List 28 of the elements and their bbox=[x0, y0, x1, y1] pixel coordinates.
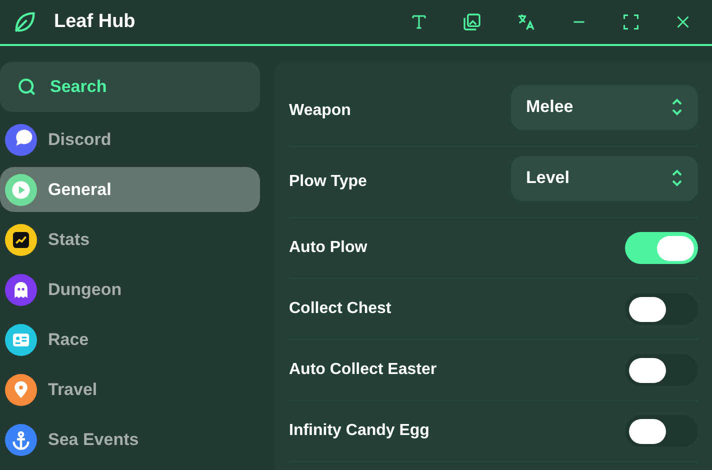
sidebar-item[interactable]: Race bbox=[0, 317, 260, 362]
toggle-switch[interactable] bbox=[625, 293, 698, 325]
search-field[interactable]: Search bbox=[0, 62, 260, 112]
sidebar-item[interactable]: Sea Events bbox=[0, 417, 260, 462]
window-title: Leaf Hub bbox=[54, 10, 136, 34]
setting-label: Auto Collect Easter bbox=[289, 360, 437, 380]
chevron-updown-icon bbox=[671, 169, 683, 187]
sidebar-item[interactable]: Dungeon bbox=[0, 267, 260, 312]
toggle-switch[interactable] bbox=[625, 415, 698, 447]
text-icon[interactable] bbox=[410, 13, 428, 31]
toggle-switch[interactable] bbox=[625, 232, 698, 264]
dropdown[interactable]: Level bbox=[511, 156, 698, 200]
sidebar-item[interactable]: Discord bbox=[0, 117, 260, 162]
setting-label: Auto Plow bbox=[289, 238, 368, 258]
toggle-switch[interactable] bbox=[625, 354, 698, 386]
translate-icon[interactable] bbox=[516, 12, 536, 32]
sidebar-item[interactable]: General bbox=[0, 167, 260, 212]
maximize-icon[interactable] bbox=[622, 13, 640, 31]
dropdown[interactable]: Melee bbox=[511, 84, 698, 130]
chevron-updown-icon bbox=[671, 98, 683, 116]
sidebar-item[interactable]: Stats bbox=[0, 217, 260, 262]
setting-label: Collect Chest bbox=[289, 299, 392, 319]
sidebar-item[interactable]: Travel bbox=[0, 367, 260, 412]
setting-label: Weapon bbox=[289, 101, 351, 121]
image-icon[interactable] bbox=[462, 12, 482, 32]
setting-label: Plow Type bbox=[289, 172, 367, 192]
search-icon bbox=[16, 76, 38, 98]
setting-label: Infinity Candy Egg bbox=[289, 421, 430, 441]
